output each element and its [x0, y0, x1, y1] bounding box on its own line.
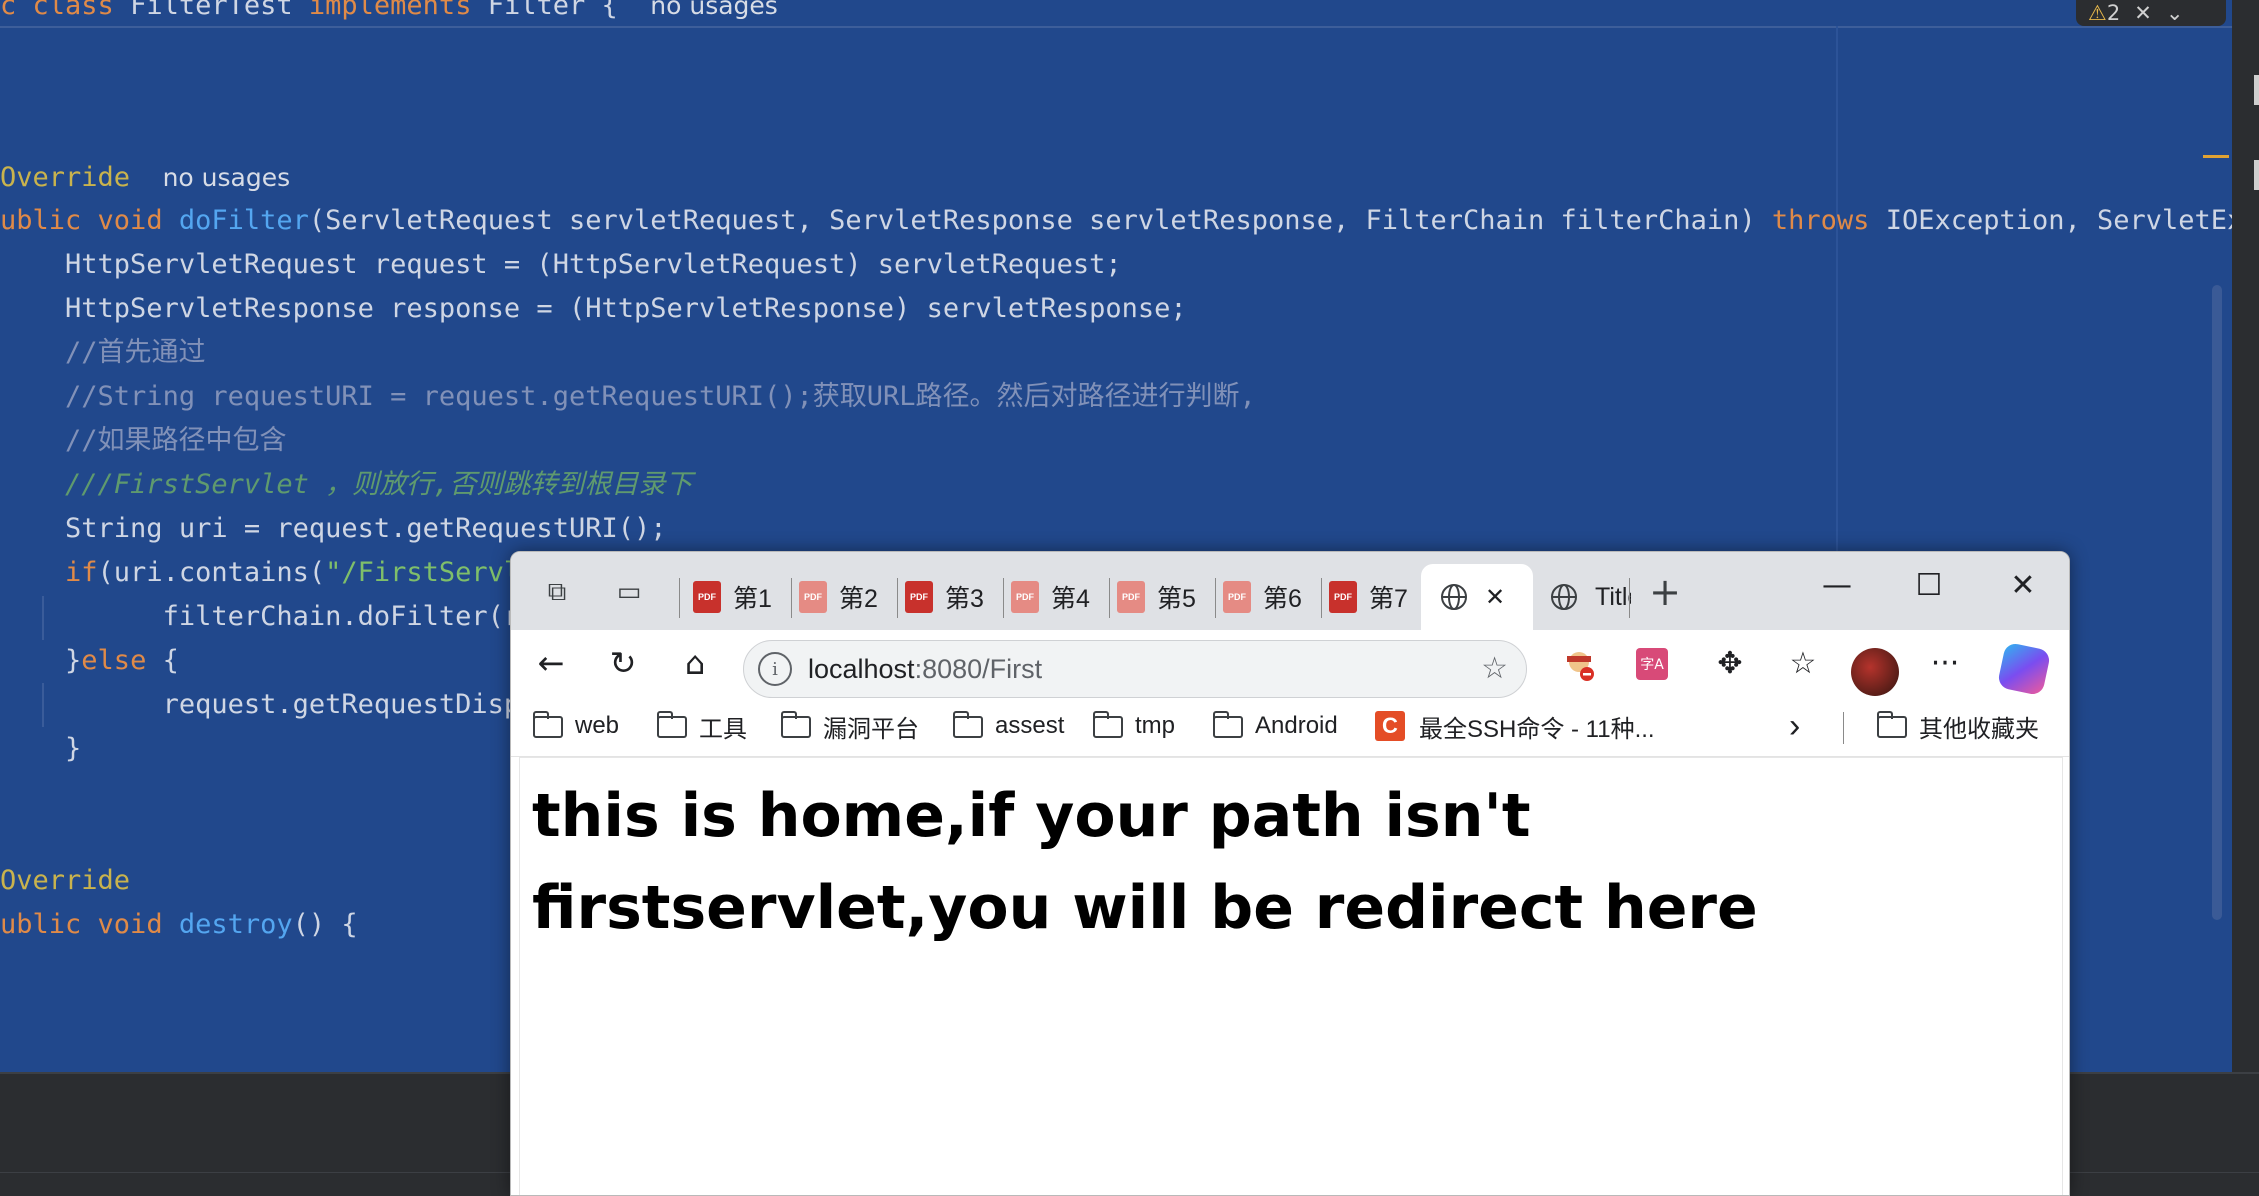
tool-window-icon[interactable]	[2254, 75, 2259, 105]
new-tab-button[interactable]: +	[1647, 570, 1683, 614]
bookmark-folder-assest[interactable]: assest	[953, 706, 1064, 746]
code-line-1: Override no usages	[0, 162, 291, 193]
class-declaration-line: c class FilterTest implements Filter { n…	[0, 0, 778, 21]
warning-marker[interactable]	[2203, 155, 2229, 158]
tab-divider	[1109, 578, 1110, 618]
bookmarks-bar: web 工具 漏洞平台 assest tmp Android C 最全SSH命令 …	[511, 698, 2069, 757]
folder-icon	[1877, 711, 1907, 738]
tab-pdf-2[interactable]: PDF 第2	[799, 564, 893, 630]
code-line-7: //如果路径中包含	[65, 425, 287, 456]
ide-right-toolbar	[2232, 0, 2259, 1072]
bookmark-ssh-commands[interactable]: C 最全SSH命令 - 11种...	[1375, 706, 1655, 746]
site-info-icon[interactable]: i	[758, 652, 792, 686]
address-bar[interactable]: i localhost:8080/First ☆	[743, 640, 1527, 698]
warning-count: 2	[2106, 1, 2121, 25]
code-line-4: HttpServletResponse response = (HttpServ…	[65, 293, 1187, 324]
folder-icon	[781, 711, 811, 738]
pdf-icon: PDF	[1011, 581, 1039, 613]
page-heading: this is home,if your path isn't firstser…	[532, 781, 1758, 943]
inspection-widget[interactable]: ⚠2 ✕ ⌄	[2076, 0, 2226, 26]
maximize-button[interactable]: ☐	[1899, 560, 1959, 610]
code-line-3: HttpServletRequest request = (HttpServle…	[65, 249, 1122, 280]
minimize-button[interactable]: —	[1807, 560, 1867, 610]
bookmark-folder-tmp[interactable]: tmp	[1093, 706, 1175, 746]
tab-pdf-5[interactable]: PDF 第5	[1117, 564, 1211, 630]
code-line-10: if(uri.contains("/FirstServlet	[65, 557, 553, 588]
translate-icon[interactable]: 字A	[1636, 648, 1668, 680]
pdf-icon: PDF	[799, 581, 827, 613]
chevron-down-icon[interactable]: ⌄	[2166, 1, 2184, 25]
folder-icon	[657, 711, 687, 738]
pdf-icon: PDF	[1117, 581, 1145, 613]
folder-icon	[533, 711, 563, 738]
folder-icon	[1213, 711, 1243, 738]
code-line-12: }else {	[65, 645, 179, 676]
refresh-button[interactable]: ↻	[599, 638, 647, 688]
tab-strip: ⧉ ▭ PDF 第1 PDF 第2 PDF 第3 PDF 第4 PDF 第5 PDF 第6 …	[511, 552, 2069, 630]
extensions-puzzle-icon[interactable]: ✥	[1706, 638, 1754, 688]
bookmark-folder-vuln-platforms[interactable]: 漏洞平台	[781, 706, 919, 746]
editor-sticky-header: c class FilterTest implements Filter { n…	[0, 0, 2232, 28]
tab-title[interactable]: Title	[1535, 564, 1631, 630]
tab-active[interactable]: ✕	[1421, 564, 1533, 630]
vertical-tabs-icon[interactable]: ▭	[611, 574, 647, 610]
bookmark-folder-web[interactable]: web	[533, 706, 619, 746]
tab-pdf-6[interactable]: PDF 第6	[1223, 564, 1317, 630]
bookmark-folder-android[interactable]: Android	[1213, 706, 1338, 746]
pdf-icon: PDF	[693, 581, 721, 613]
code-line-8: ///FirstServlet ，则放行,否则跳转到根目录下	[65, 469, 693, 500]
extension-icon[interactable]	[1563, 648, 1597, 682]
tab-divider	[1321, 578, 1322, 618]
pdf-icon: PDF	[1223, 581, 1251, 613]
copilot-icon[interactable]	[1996, 641, 2052, 697]
more-menu-icon[interactable]: ···	[1921, 638, 1969, 688]
workspaces-icon[interactable]: ⧉	[539, 574, 575, 610]
back-button[interactable]: ←	[527, 638, 575, 688]
warning-icon: ⚠	[2088, 1, 2107, 25]
close-window-button[interactable]: ✕	[1993, 560, 2053, 610]
bookmarks-more-chevron[interactable]: ›	[1789, 706, 1800, 746]
tab-divider	[1629, 578, 1630, 618]
code-line-6: //String requestURI = request.getRequest…	[65, 381, 1256, 412]
home-button[interactable]: ⌂	[671, 638, 719, 688]
tool-window-icon[interactable]	[2254, 160, 2259, 190]
code-line-5: //首先通过	[65, 337, 206, 368]
tab-close-icon[interactable]: ✕	[1485, 583, 1505, 612]
tab-divider	[791, 578, 792, 618]
tab-pdf-3[interactable]: PDF 第3	[905, 564, 999, 630]
browser-toolbar: ← ↻ ⌂ i localhost:8080/First ☆ 字A ✥ ☆ ··…	[511, 630, 2069, 698]
favorites-icon[interactable]: ☆	[1779, 638, 1827, 688]
code-line-16: ublic void destroy() {	[0, 909, 358, 940]
code-line-14: }	[65, 733, 82, 764]
divider	[1843, 712, 1844, 744]
code-line-9: String uri = request.getRequestURI();	[65, 513, 667, 544]
globe-icon	[1551, 584, 1577, 610]
url-text[interactable]: localhost:8080/First	[808, 654, 1042, 685]
tab-divider	[679, 578, 680, 618]
browser-window: ⧉ ▭ PDF 第1 PDF 第2 PDF 第3 PDF 第4 PDF 第5 PDF 第6 …	[510, 551, 2070, 1196]
favorite-star-icon[interactable]: ☆	[1481, 651, 1508, 686]
close-icon[interactable]: ✕	[2134, 1, 2152, 25]
tab-pdf-4[interactable]: PDF 第4	[1011, 564, 1105, 630]
tab-pdf-7[interactable]: PDF 第7	[1329, 564, 1423, 630]
pdf-icon: PDF	[905, 581, 933, 613]
tab-divider	[897, 578, 898, 618]
page-content: this is home,if your path isn't firstser…	[519, 757, 2063, 1195]
tab-divider	[1003, 578, 1004, 618]
folder-icon	[1093, 711, 1123, 738]
editor-scrollbar[interactable]	[2212, 285, 2222, 920]
pdf-icon: PDF	[1329, 581, 1357, 613]
code-line-2: ublic void doFilter(ServletRequest servl…	[0, 205, 2232, 236]
code-line-13: request.getRequestDispatc	[162, 689, 569, 720]
other-bookmarks-folder[interactable]: 其他收藏夹	[1877, 706, 2039, 746]
tab-divider	[1215, 578, 1216, 618]
globe-icon	[1441, 584, 1467, 610]
bookmark-folder-tools[interactable]: 工具	[657, 706, 747, 746]
folder-icon	[953, 711, 983, 738]
code-line-15: Override	[0, 865, 131, 896]
csdn-icon: C	[1375, 711, 1405, 741]
profile-avatar[interactable]	[1851, 648, 1899, 696]
code-line-11: filterChain.doFilter(requ	[162, 601, 569, 632]
tab-pdf-1[interactable]: PDF 第1	[693, 564, 787, 630]
